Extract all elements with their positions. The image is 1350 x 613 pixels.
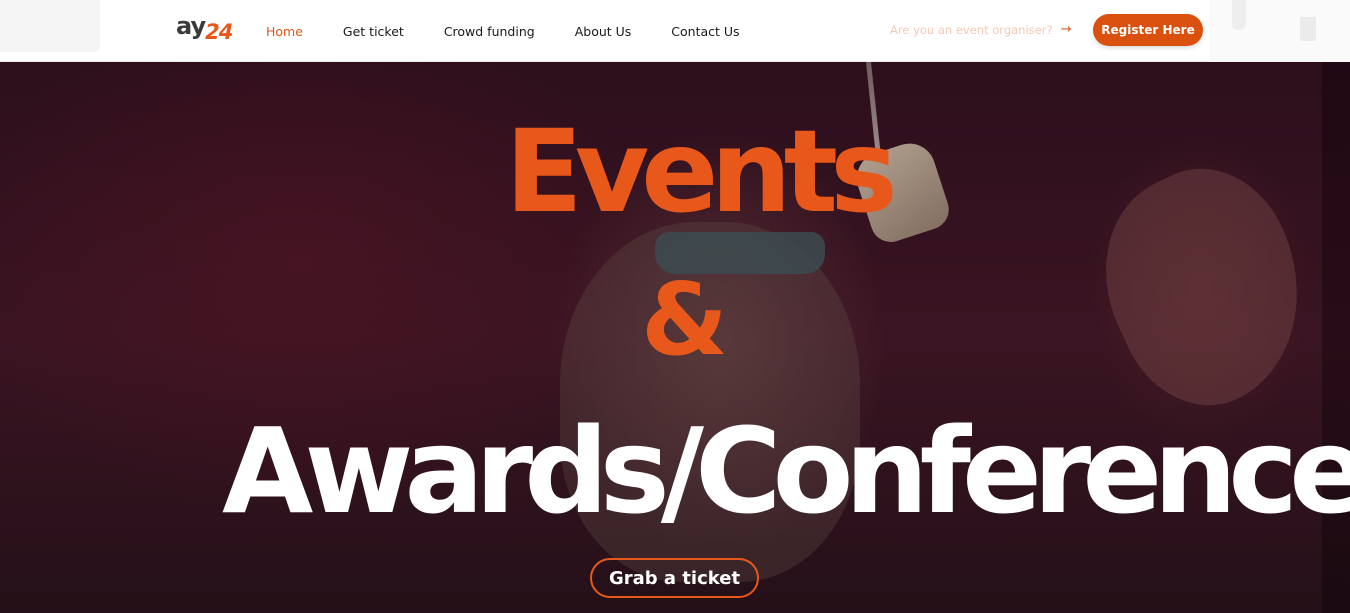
site-header: ay 24 Home Get ticket Crowd funding Abou… (0, 0, 1350, 62)
nav-item-home[interactable]: Home (266, 24, 303, 39)
logo-text-accent: 24 (205, 20, 233, 44)
header-decoration-right (1210, 0, 1350, 62)
nav-item-get-ticket[interactable]: Get ticket (343, 24, 404, 39)
site-logo[interactable]: ay 24 (176, 12, 233, 43)
arrow-right-icon: → (1060, 22, 1072, 37)
nav-item-about-us[interactable]: About Us (575, 24, 632, 39)
event-organiser-link[interactable]: Are you an event organiser? → (890, 22, 1071, 37)
nav-item-contact-us[interactable]: Contact Us (671, 24, 739, 39)
main-nav: Home Get ticket Crowd funding About Us C… (266, 0, 780, 62)
nav-item-crowd-funding[interactable]: Crowd funding (444, 24, 535, 39)
header-decoration-left (0, 0, 100, 52)
hero-title-ampersand: & (641, 261, 729, 378)
logo-text-primary: ay (176, 12, 206, 40)
hero-title-events: Events (505, 105, 898, 238)
grab-ticket-button[interactable]: Grab a ticket (590, 558, 759, 598)
hero-section: Events & Awards/Conferences Grab a ticke… (0, 62, 1350, 613)
hero-title-awards-conferences: Awards/Conferences (222, 402, 1350, 540)
event-organiser-label: Are you an event organiser? (890, 22, 1053, 37)
hero-image-hand (1070, 142, 1340, 432)
register-button[interactable]: Register Here (1093, 14, 1203, 46)
